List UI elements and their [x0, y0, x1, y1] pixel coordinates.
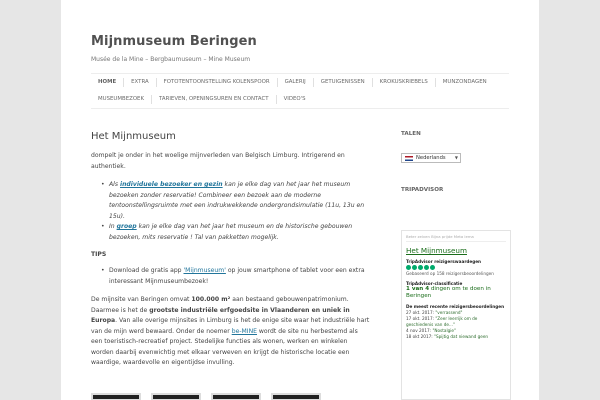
nav-krokuskriebels[interactable]: KROKUSKRIEBELS [373, 74, 435, 91]
site-paragraph: De mijnsite van Beringen omvat 100.000 m… [91, 296, 370, 366]
tripadvisor-title: TRIPADVISOR [401, 187, 444, 193]
tripadvisor-rank[interactable]: 1 van 4 dingen om te doen in Beringen [406, 286, 506, 300]
nav-munzondagen[interactable]: MUNZONDAGEN [436, 74, 494, 91]
main-content: Het Mijnmuseum dompelt je onder in het w… [91, 131, 371, 400]
nav-museumbezoek[interactable]: MUSEUMBEZOEK [91, 91, 151, 108]
nav-row-1: HOME EXTRA FOTOTENTOONSTELLING KOLENSPOO… [91, 74, 509, 91]
site-description: Musée de la Mine – Bergbaumuseum – Mine … [91, 56, 251, 63]
tripadvisor-review-count[interactable]: Gebaseerd op 158 reizigersbeoordelingen [406, 271, 506, 277]
nav-fototentoonstelling[interactable]: FOTOTENTOONSTELLING KOLENSPOOR [157, 74, 277, 91]
main-navigation: HOME EXTRA FOTOTENTOONSTELLING KOLENSPOO… [91, 73, 509, 109]
be-mine-link[interactable]: be-MINE [232, 328, 257, 335]
chevron-down-icon: ▼ [454, 155, 458, 160]
group-link[interactable]: groep [117, 223, 137, 230]
tripadvisor-attraction-link[interactable]: Het Mijnmuseum [406, 246, 506, 255]
nav-row-2: MUSEUMBEZOEK TARIEVEN, OPENINGSUREN EN C… [91, 91, 509, 108]
nav-extra[interactable]: EXTRA [124, 74, 156, 91]
nav-videos[interactable]: VIDEO'S [277, 91, 313, 108]
language-select[interactable]: Nederlands ▼ [401, 153, 461, 163]
thumbnail-image[interactable] [211, 393, 261, 400]
list-item: Download de gratis app 'Mijnmuseum' op j… [101, 266, 371, 287]
languages-title: TALEN [401, 131, 421, 137]
thumbnail-image[interactable] [91, 393, 141, 400]
visit-options-list: Als individuele bezoeker en gezin kan je… [101, 180, 371, 243]
sidebar: TALEN Nederlands ▼ TRIPADVISOR Beter zel… [401, 131, 511, 400]
list-item: Als individuele bezoeker en gezin kan je… [101, 180, 371, 222]
thumbnail-image[interactable] [271, 393, 321, 400]
nav-galerij[interactable]: GALERIJ [278, 74, 313, 91]
thumbnail-image[interactable] [151, 393, 201, 400]
nav-tarieven[interactable]: TARIEVEN, OPENINGSUREN EN CONTACT [152, 91, 276, 108]
nav-home[interactable]: HOME [91, 74, 123, 91]
list-item: In groep kan je elke dag van het jaar he… [101, 222, 371, 243]
tips-heading: TIPS [91, 251, 107, 258]
page: Mijnmuseum Beringen Musée de la Mine – B… [61, 0, 539, 400]
app-link[interactable]: 'Mijnmuseum' [184, 267, 226, 274]
page-title: Het Mijnmuseum [91, 131, 176, 142]
individual-visitor-link[interactable]: individuele bezoeker en gezin [120, 181, 223, 188]
review-item[interactable]: 17 okt. 2017: "Zeer leerrijk om de gesch… [406, 316, 506, 328]
dutch-flag-icon [405, 155, 413, 161]
tripadvisor-language-bar[interactable]: Beter zelven Bijna prijde Meta lema [406, 234, 506, 242]
site-title[interactable]: Mijnmuseum Beringen [91, 34, 257, 49]
nav-getuigenissen[interactable]: GETUIGENISSEN [314, 74, 372, 91]
tripadvisor-widget: Beter zelven Bijna prijde Meta lema Het … [401, 230, 511, 400]
rating-bubbles-icon [406, 264, 435, 270]
thumbnail-row [91, 393, 321, 400]
tips-list: Download de gratis app 'Mijnmuseum' op j… [101, 266, 371, 287]
review-item[interactable]: 18 okt 2017: "Spijtig dat niewand geen [406, 334, 506, 340]
intro-paragraph: dompelt je onder in het woelige mijnverl… [91, 152, 345, 170]
